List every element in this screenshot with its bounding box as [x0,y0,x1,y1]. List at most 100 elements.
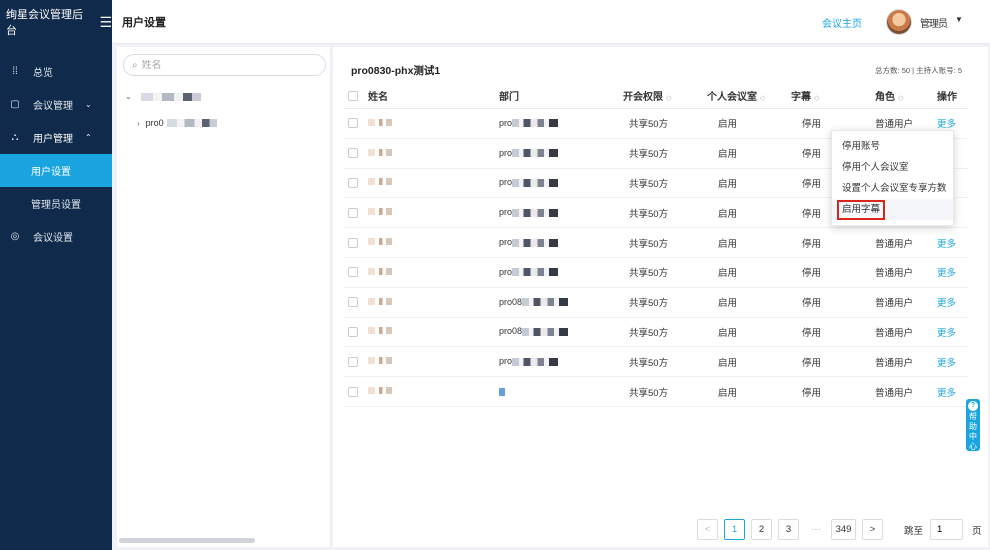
select-all-checkbox[interactable] [348,90,358,101]
column-permission[interactable]: 开会权限 ◇ [623,88,707,103]
column-role[interactable]: 角色 ◇ [875,88,937,103]
role-value: 普通用户 [875,268,914,280]
department-cell: pro [499,267,623,278]
pagination: < 1 2 3 ··· 349 > 跳至 页 [697,519,982,540]
sidebar-item-label: 管理员设置 [31,200,81,211]
column-actions: 操作 [937,92,957,103]
row-checkbox[interactable] [348,356,358,367]
redacted-text [512,238,559,247]
jump-page-input[interactable] [930,519,964,540]
next-page-button[interactable]: > [862,519,883,540]
department-cell: pro [499,237,623,248]
help-center-tab[interactable]: ? 帮 助 中 心 [966,399,980,451]
department-cell: pro [499,207,623,218]
subtitle-status: 停用 [802,238,822,250]
row-checkbox[interactable] [348,237,358,248]
role-value: 普通用户 [875,119,914,131]
user-name-cell [368,386,499,397]
row-checkbox[interactable] [348,386,358,397]
sidebar-item-overview[interactable]: ⁞⁞ 总览 [0,55,112,88]
sort-icon[interactable]: ◇ [898,95,903,102]
permission-value: 共享50方 [629,208,669,220]
page-button-last[interactable]: 349 [831,519,856,540]
chevron-right-icon[interactable]: › [137,119,140,128]
redacted-text [368,357,392,365]
redacted-text [499,387,505,396]
pagination-ellipsis[interactable]: ··· [805,524,827,535]
sidebar-item-meeting-settings[interactable]: ◎ 会议设置 [0,220,112,253]
redacted-text [522,298,569,307]
department-text: pro [499,177,513,188]
menu-item-disable-account[interactable]: 停用账号 [832,136,953,157]
more-actions-link[interactable]: 更多 [937,358,956,369]
permission-value: 共享50方 [629,268,669,280]
role-value: 普通用户 [875,327,914,339]
column-personal-room[interactable]: 个人会议室 ◇ [707,88,791,103]
page-button-3[interactable]: 3 [778,519,799,540]
user-name-cell [368,356,499,367]
subtitle-status: 停用 [802,298,822,310]
more-actions-link[interactable]: 更多 [937,388,956,399]
row-checkbox[interactable] [348,148,358,159]
sort-icon[interactable]: ◇ [814,95,819,102]
horizontal-scrollbar[interactable] [119,538,255,543]
sort-icon[interactable]: ◇ [760,95,765,102]
sidebar-item-label: 总览 [33,68,53,79]
table-header: 姓名 部门 开会权限 ◇ 个人会议室 ◇ 字幕 ◇ 角色 ◇ 操作 [344,83,968,109]
redacted-text [368,387,392,395]
department-text: pro08 [499,296,523,307]
sidebar-item-admin-settings[interactable]: 管理员设置 [0,187,112,220]
subtitle-status: 停用 [802,387,822,399]
redacted-text [512,149,559,158]
row-checkbox[interactable] [348,297,358,308]
sidebar-item-label: 会议设置 [33,233,73,244]
sidebar-item-user-management[interactable]: ⛬ 用户管理 ⌃ [0,121,112,154]
help-char: 心 [969,442,977,451]
sidebar-item-user-settings[interactable]: 用户设置 [0,154,112,187]
sort-icon[interactable]: ◇ [666,95,671,102]
table-row: pro08 共享50方 启用 停用 普通用户 更多 [344,318,968,348]
column-subtitle[interactable]: 字幕 ◇ [791,88,875,103]
page-button-2[interactable]: 2 [751,519,772,540]
user-name-cell [368,118,499,129]
row-checkbox[interactable] [348,177,358,188]
department-text: pro08 [499,326,523,337]
avatar[interactable] [886,9,912,35]
menu-item-enable-subtitle[interactable]: 启用字幕 [832,199,953,220]
more-actions-link[interactable]: 更多 [937,239,956,250]
menu-item-set-room-capacity[interactable]: 设置个人会议室专享方数 [832,178,953,199]
tree-node-root[interactable]: ⌄ [125,92,201,101]
user-name-cell [368,267,499,278]
highlight-box: 启用字幕 [837,200,886,220]
account-stats: 总方数: 50 | 主持人账号: 5 [875,66,962,75]
more-actions-link[interactable]: 更多 [937,298,956,309]
chevron-down-icon[interactable]: ⌄ [125,92,132,101]
row-checkbox[interactable] [348,207,358,218]
permission-value: 共享50方 [629,238,669,250]
page-button-1[interactable]: 1 [724,519,745,540]
user-name[interactable]: 管理员 [920,15,948,30]
search-input[interactable] [141,59,312,71]
more-actions-link[interactable]: 更多 [937,119,956,130]
sidebar-item-meeting-management[interactable]: ▢ 会议管理 ⌄ [0,88,112,121]
more-actions-link[interactable]: 更多 [937,328,956,339]
department-text: pro [499,147,513,158]
menu-item-disable-personal-room[interactable]: 停用个人会议室 [832,157,953,178]
row-checkbox[interactable] [348,326,358,337]
tree-node-child[interactable]: › pro0 [137,118,217,128]
more-actions-link[interactable]: 更多 [937,268,956,279]
department-cell: pro08 [499,326,623,337]
redacted-text [512,268,559,277]
subtitle-status: 停用 [802,268,822,280]
row-checkbox[interactable] [348,267,358,278]
table-row: 共享50方 启用 停用 普通用户 更多 [344,377,968,407]
department-text: pro [499,266,513,277]
caret-down-icon[interactable]: ▼ [955,15,963,24]
prev-page-button[interactable]: < [697,519,718,540]
redacted-text [512,357,559,366]
sidebar-item-label: 用户设置 [31,167,71,178]
menu-icon[interactable]: ☰ [99,14,112,31]
meeting-home-link[interactable]: 会议主页 [822,15,862,30]
personal-room-status: 启用 [718,238,738,250]
row-checkbox[interactable] [348,118,358,129]
